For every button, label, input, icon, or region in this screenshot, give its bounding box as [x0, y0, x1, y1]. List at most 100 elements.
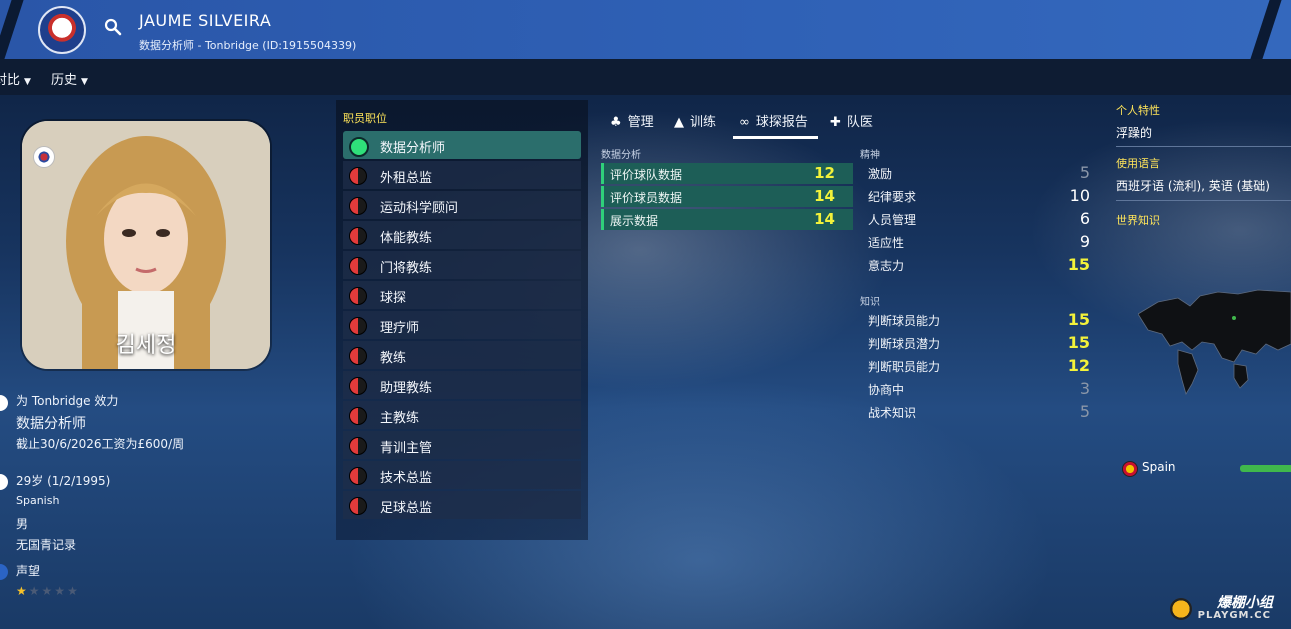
world-map[interactable]	[1138, 284, 1291, 396]
roles-title: 职员职位	[343, 112, 387, 125]
role-status-dot-icon	[349, 257, 367, 275]
attribute-value: 15	[1067, 255, 1090, 274]
star-icon: ★	[28, 584, 42, 598]
role-item-label: 运动科学顾问	[380, 201, 459, 216]
binoculars-icon: ∞	[739, 115, 750, 130]
spain-flag-icon	[1122, 461, 1138, 477]
role-status-dot-icon	[349, 377, 367, 395]
attribute-value: 12	[814, 164, 835, 182]
compare-menu[interactable]: 对比 ▼	[0, 69, 31, 88]
attribute-value: 5	[1079, 163, 1090, 182]
star-icon: ★	[16, 584, 29, 598]
nation-label: Spain	[1142, 460, 1176, 474]
compare-menu-label: 对比	[0, 73, 21, 88]
role-item[interactable]: 运动科学顾问	[343, 191, 581, 219]
data-analysis-attribute[interactable]: 评价球员数据 14	[601, 186, 853, 207]
gender-info: 男	[16, 517, 29, 531]
tab-manage[interactable]: ♣ 管理	[610, 111, 654, 130]
divider	[1116, 146, 1291, 147]
personality-value: 浮躁的	[1116, 126, 1153, 140]
languages-value: 西班牙语 (流利), 英语 (基础)	[1116, 179, 1270, 193]
role-status-dot-icon	[349, 407, 367, 425]
role-item-label: 主教练	[380, 411, 420, 426]
reputation-icon	[0, 564, 8, 580]
data-analysis-attribute[interactable]: 评价球队数据 12	[601, 163, 853, 184]
attribute-label[interactable]: 激励	[868, 165, 892, 182]
selected-role-dot-icon	[349, 137, 369, 157]
header-stripe	[0, 0, 24, 59]
role-item-label: 青训主管	[380, 441, 433, 456]
attribute-label[interactable]: 适应性	[868, 234, 904, 251]
role-item-label: 外租总监	[380, 171, 433, 186]
attribute-label[interactable]: 纪律要求	[868, 188, 916, 205]
tab-scouting-report-label: 球探报告	[755, 115, 808, 130]
staff-name: JAUME SILVEIRA	[139, 11, 272, 30]
role-item-label: 理疗师	[380, 321, 420, 336]
tab-manage-label: 管理	[627, 115, 654, 130]
role-item-label: 体能教练	[380, 231, 433, 246]
mental-title: 精神	[860, 150, 880, 161]
languages-title: 使用语言	[1116, 157, 1160, 170]
data-analysis-attribute[interactable]: 展示数据 14	[601, 209, 853, 230]
youth-caps-info: 无国青记录	[16, 538, 77, 552]
role-item[interactable]: 理疗师	[343, 311, 581, 339]
role-item[interactable]: 外租总监	[343, 161, 581, 189]
contract-info: 截止30/6/2026工资为£600/周	[16, 437, 185, 451]
role-item[interactable]: 主教练	[343, 401, 581, 429]
role-item[interactable]: 青训主管	[343, 431, 581, 459]
world-knowledge-title: 世界知识	[1116, 214, 1160, 227]
role-item[interactable]: 门将教练	[343, 251, 581, 279]
chevron-down-icon: ▼	[24, 77, 31, 87]
role-item-label: 技术总监	[380, 471, 433, 486]
attribute-label[interactable]: 战术知识	[868, 404, 916, 421]
medical-kit-icon: ✚	[830, 115, 841, 130]
role-item[interactable]: 数据分析师	[343, 131, 581, 159]
attribute-label[interactable]: 人员管理	[868, 211, 916, 228]
attribute-label[interactable]: 判断球员能力	[868, 312, 940, 329]
manage-icon: ♣	[610, 115, 622, 130]
role-status-dot-icon	[349, 467, 367, 485]
role-item[interactable]: 球探	[343, 281, 581, 309]
attribute-value: 12	[1067, 356, 1090, 375]
active-tab-indicator	[733, 136, 818, 139]
works-for: 为 Tonbridge 效力	[16, 394, 119, 408]
attribute-label[interactable]: 判断球员潜力	[868, 335, 940, 352]
watermark-logo-icon	[1170, 598, 1192, 620]
tab-training-label: 训练	[690, 115, 717, 130]
attribute-value: 14	[814, 187, 835, 205]
tab-scouting-report[interactable]: ∞ 球探报告	[739, 111, 808, 130]
role-status-dot-icon	[349, 167, 367, 185]
role-item[interactable]: 足球总监	[343, 491, 581, 519]
attribute-label[interactable]: 意志力	[868, 257, 904, 274]
history-menu[interactable]: 历史 ▼	[51, 69, 88, 88]
role-status-dot-icon	[349, 197, 367, 215]
club-crest[interactable]	[38, 6, 86, 54]
search-icon[interactable]	[104, 18, 122, 36]
star-icon: ★	[67, 584, 80, 598]
reputation-label: 声望	[16, 564, 41, 578]
age-info: 29岁 (1/2/1995)	[16, 474, 111, 488]
knowledge-title: 知识	[860, 297, 880, 308]
role-item[interactable]: 教练	[343, 341, 581, 369]
photo-caption: 김세정	[115, 333, 177, 358]
role-item[interactable]: 技术总监	[343, 461, 581, 489]
attribute-value: 15	[1067, 310, 1090, 329]
job-title: 数据分析师	[16, 416, 86, 432]
attribute-label[interactable]: 判断职员能力	[868, 358, 940, 375]
role-status-dot-icon	[349, 317, 367, 335]
chevron-down-icon: ▼	[81, 77, 88, 87]
tab-training[interactable]: ▲ 训练	[674, 111, 716, 130]
attribute-label: 评价球队数据	[610, 168, 683, 182]
role-item[interactable]: 助理教练	[343, 371, 581, 399]
tab-medical[interactable]: ✚ 队医	[830, 111, 873, 130]
south-korea-flag-icon	[33, 146, 55, 168]
watermark-url: PLAYGM.CC	[1197, 610, 1271, 621]
role-item-label: 门将教练	[380, 261, 433, 276]
role-item[interactable]: 体能教练	[343, 221, 581, 249]
attribute-label: 评价球员数据	[610, 191, 683, 205]
attribute-label[interactable]: 协商中	[868, 381, 904, 398]
role-item-label: 足球总监	[380, 501, 433, 516]
role-status-dot-icon	[349, 347, 367, 365]
attribute-value: 9	[1079, 232, 1090, 251]
staff-photo: 김세정	[22, 121, 270, 369]
